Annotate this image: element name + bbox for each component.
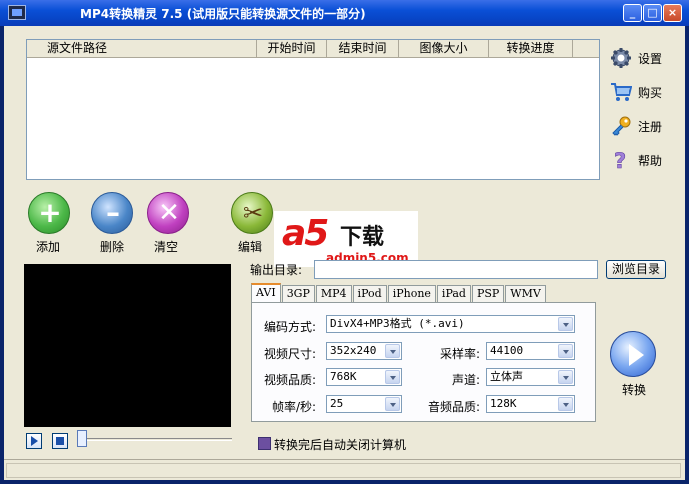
help-label: 帮助 bbox=[638, 153, 663, 168]
maximize-button[interactable]: □ bbox=[643, 4, 662, 22]
tab-ipod[interactable]: iPod bbox=[352, 285, 387, 302]
buy-label: 购买 bbox=[638, 85, 663, 100]
add-button[interactable]: + bbox=[28, 192, 70, 234]
app-window: MP4转换精灵 7.5 (试用版只能转换源文件的一部分) _ □ × 源文件路径… bbox=[0, 0, 689, 484]
sample-rate-label: 采样率: bbox=[440, 347, 481, 361]
column-filler bbox=[573, 40, 599, 58]
video-size-label: 视频尺寸: bbox=[264, 347, 317, 361]
video-quality-value: 768K bbox=[330, 370, 357, 383]
audio-quality-select[interactable]: 128K bbox=[486, 395, 575, 413]
fps-label: 帧率/秒: bbox=[272, 400, 317, 414]
app-icon[interactable] bbox=[8, 5, 26, 20]
status-panel bbox=[6, 463, 681, 478]
minus-icon: – bbox=[106, 196, 120, 229]
client-area: 源文件路径 开始时间 结束时间 图像大小 转换进度 设置 购买 注册 ? 帮助 … bbox=[4, 26, 685, 480]
register-label: 注册 bbox=[638, 119, 663, 134]
chevron-down-icon[interactable] bbox=[558, 370, 573, 384]
fps-value: 25 bbox=[330, 397, 344, 410]
key-icon bbox=[610, 115, 632, 137]
auto-shutdown-label[interactable]: 转换完后自动关闭计算机 bbox=[274, 436, 406, 453]
remove-button[interactable]: – bbox=[91, 192, 133, 234]
edit-button[interactable]: ✂ bbox=[231, 192, 273, 234]
column-start-time[interactable]: 开始时间 bbox=[257, 40, 327, 58]
chevron-down-icon[interactable] bbox=[385, 344, 400, 358]
add-label: 添加 bbox=[36, 240, 61, 254]
chevron-down-icon[interactable] bbox=[385, 397, 400, 411]
seek-slider-thumb[interactable] bbox=[77, 430, 87, 447]
watermark-logo: a5 下载 admin5.com bbox=[274, 211, 418, 267]
chevron-down-icon[interactable] bbox=[558, 344, 573, 358]
video-quality-select[interactable]: 768K bbox=[326, 368, 402, 386]
encoding-value: DivX4+MP3格式 (*.avi) bbox=[330, 317, 465, 330]
format-tabs: AVI 3GP MP4 iPod iPhone iPad PSP WMV bbox=[251, 283, 547, 303]
sample-rate-value: 44100 bbox=[490, 344, 524, 357]
output-dir-label: 输出目录: bbox=[250, 263, 303, 277]
help-icon: ? bbox=[610, 149, 632, 174]
chevron-down-icon[interactable] bbox=[558, 317, 573, 331]
settings-button[interactable]: 设置 bbox=[610, 46, 662, 70]
tab-iphone[interactable]: iPhone bbox=[387, 285, 436, 302]
column-end-time[interactable]: 结束时间 bbox=[327, 40, 399, 58]
file-list-header: 源文件路径 开始时间 结束时间 图像大小 转换进度 bbox=[27, 40, 599, 58]
clear-label: 清空 bbox=[154, 240, 179, 254]
watermark-a5: a5 bbox=[282, 213, 329, 254]
tab-3gp[interactable]: 3GP bbox=[281, 285, 315, 302]
settings-label: 设置 bbox=[638, 51, 663, 66]
column-image-size[interactable]: 图像大小 bbox=[399, 40, 489, 58]
channel-label: 声道: bbox=[452, 373, 481, 387]
clear-button[interactable]: ✕ bbox=[147, 192, 189, 234]
minimize-button[interactable]: _ bbox=[623, 4, 642, 22]
remove-label: 删除 bbox=[100, 240, 125, 254]
tab-avi[interactable]: AVI bbox=[251, 283, 281, 302]
chevron-down-icon[interactable] bbox=[558, 397, 573, 411]
tab-wmv[interactable]: WMV bbox=[505, 285, 546, 302]
column-source-path[interactable]: 源文件路径 bbox=[27, 40, 257, 58]
register-button[interactable]: 注册 bbox=[610, 114, 662, 138]
audio-quality-label: 音频品质: bbox=[428, 400, 481, 414]
status-bar bbox=[4, 459, 685, 480]
browse-button[interactable]: 浏览目录 bbox=[606, 260, 666, 279]
column-progress[interactable]: 转换进度 bbox=[489, 40, 573, 58]
title-bar[interactable]: MP4转换精灵 7.5 (试用版只能转换源文件的一部分) _ □ × bbox=[0, 0, 689, 26]
convert-label: 转换 bbox=[622, 383, 647, 397]
stop-button[interactable] bbox=[52, 433, 68, 449]
buy-button[interactable]: 购买 bbox=[610, 80, 662, 104]
video-size-value: 352x240 bbox=[330, 344, 377, 357]
channel-select[interactable]: 立体声 bbox=[486, 368, 575, 386]
watermark-download: 下载 bbox=[340, 225, 385, 250]
audio-quality-value: 128K bbox=[490, 397, 517, 410]
convert-button[interactable] bbox=[610, 331, 656, 377]
sample-rate-select[interactable]: 44100 bbox=[486, 342, 575, 360]
x-icon: ✕ bbox=[158, 198, 180, 228]
fps-select[interactable]: 25 bbox=[326, 395, 402, 413]
gear-icon bbox=[610, 47, 632, 69]
auto-shutdown-checkbox[interactable] bbox=[258, 437, 271, 450]
video-size-select[interactable]: 352x240 bbox=[326, 342, 402, 360]
tab-psp[interactable]: PSP bbox=[471, 285, 505, 302]
tab-mp4[interactable]: MP4 bbox=[315, 285, 352, 302]
encoding-label: 编码方式: bbox=[264, 320, 317, 334]
seek-track[interactable] bbox=[82, 438, 232, 441]
chevron-down-icon[interactable] bbox=[385, 370, 400, 384]
edit-label: 编辑 bbox=[238, 240, 263, 254]
plus-icon: + bbox=[38, 196, 62, 229]
close-button[interactable]: × bbox=[663, 4, 682, 22]
video-preview[interactable] bbox=[24, 264, 231, 427]
file-list[interactable]: 源文件路径 开始时间 结束时间 图像大小 转换进度 bbox=[26, 39, 600, 180]
tab-ipad[interactable]: iPad bbox=[436, 285, 471, 302]
video-quality-label: 视频品质: bbox=[264, 373, 317, 387]
encoding-select[interactable]: DivX4+MP3格式 (*.avi) bbox=[326, 315, 575, 333]
scissors-icon: ✂ bbox=[242, 199, 264, 227]
play-icon bbox=[31, 436, 38, 446]
stop-icon bbox=[56, 437, 64, 445]
help-button[interactable]: ? 帮助 bbox=[610, 148, 663, 174]
play-button[interactable] bbox=[26, 433, 42, 449]
window-title: MP4转换精灵 7.5 (试用版只能转换源文件的一部分) bbox=[80, 7, 366, 21]
channel-value: 立体声 bbox=[490, 370, 523, 383]
cart-icon bbox=[610, 81, 633, 103]
output-dir-input[interactable] bbox=[314, 260, 598, 279]
svg-text:?: ? bbox=[614, 149, 626, 171]
